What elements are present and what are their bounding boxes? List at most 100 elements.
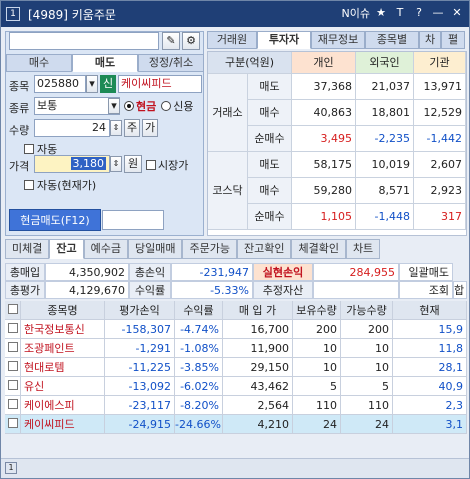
- stock-name-cell[interactable]: 현대로템: [21, 358, 105, 377]
- bottom-tab[interactable]: 예수금: [83, 239, 128, 259]
- price-value: 3,180: [70, 157, 106, 170]
- account-input[interactable]: [9, 32, 159, 50]
- row-checkbox[interactable]: [7, 418, 18, 428]
- row-checkbox-cell[interactable]: [5, 339, 21, 358]
- lookup-button[interactable]: 조회: [399, 281, 453, 299]
- bottom-tab[interactable]: 차트: [345, 239, 381, 259]
- row-checkbox-cell[interactable]: [5, 358, 21, 377]
- tab-expand[interactable]: 펼: [441, 31, 465, 49]
- current-price-cell: 11,8: [393, 339, 467, 358]
- tab-sell[interactable]: 매도: [72, 54, 138, 72]
- hold-qty-cell: 10: [293, 358, 341, 377]
- grid-row-label: 순매수: [248, 126, 292, 152]
- current-price-cell: 15,9: [393, 320, 467, 339]
- grid-value: 37,368: [292, 74, 356, 100]
- bottom-tab[interactable]: 잔고확인: [236, 239, 292, 259]
- current-price-cell: 28,1: [393, 358, 467, 377]
- row-checkbox-cell[interactable]: [5, 377, 21, 396]
- news-issue-button[interactable]: N이슈: [342, 5, 370, 21]
- sell-amount-input[interactable]: [102, 210, 164, 230]
- stock-name-cell[interactable]: 케이에스피: [21, 396, 105, 415]
- grid-value: -1,442: [414, 126, 466, 152]
- row-checkbox-cell[interactable]: [5, 415, 21, 434]
- tab-chart[interactable]: 차: [419, 31, 441, 49]
- tab-broker[interactable]: 거래원: [207, 31, 257, 49]
- grid-row-label: 매수: [248, 100, 292, 126]
- grid-value: 8,571: [356, 178, 414, 204]
- stock-name-cell[interactable]: 조광페인트: [21, 339, 105, 358]
- row-checkbox[interactable]: [7, 361, 18, 371]
- market-price-checkbox[interactable]: [146, 160, 156, 170]
- total-eval-value: 4,129,670: [45, 281, 129, 299]
- stock-name-cell[interactable]: 케이씨피드: [21, 415, 105, 434]
- select-all-checkbox[interactable]: [7, 304, 18, 314]
- row-checkbox-cell[interactable]: [5, 320, 21, 339]
- radio-cash-label: 현금: [136, 100, 157, 113]
- investor-grid: 구분(억원) 개인 외국인 기관 거래소 매도 37,368 21,037 13,971 매수 40…: [207, 51, 467, 236]
- column-header[interactable]: 매 입 가: [223, 301, 293, 320]
- buy-price-cell: 11,900: [223, 339, 293, 358]
- column-header[interactable]: 평가손익: [105, 301, 175, 320]
- cash-sell-button[interactable]: 현금매도(F12): [9, 209, 101, 231]
- qty-input[interactable]: 24: [34, 119, 110, 137]
- credit-badge: 신: [100, 75, 116, 93]
- row-checkbox[interactable]: [7, 399, 18, 409]
- stepper-icon[interactable]: ⇕: [110, 156, 122, 172]
- text-icon[interactable]: T: [392, 5, 408, 21]
- radio-cash[interactable]: [124, 101, 134, 111]
- avail-qty-cell: 200: [341, 320, 393, 339]
- tab-buy[interactable]: 매수: [6, 54, 72, 72]
- current-price-cell: 2,3: [393, 396, 467, 415]
- tab-investor[interactable]: 투자자: [257, 31, 311, 49]
- bottom-tab[interactable]: 주문가능: [182, 239, 237, 259]
- stock-code-input[interactable]: 025880: [34, 75, 86, 93]
- close-icon[interactable]: ✕: [449, 5, 465, 21]
- price-input[interactable]: 3,180: [34, 155, 110, 173]
- chevron-down-icon[interactable]: ▾: [86, 75, 98, 93]
- help-icon[interactable]: ?: [411, 5, 427, 21]
- stock-label: 종목: [9, 80, 30, 93]
- sum-button[interactable]: 합: [453, 281, 467, 299]
- buy-price-cell: 2,564: [223, 396, 293, 415]
- bottom-tab[interactable]: 미체결: [5, 239, 50, 259]
- stock-name-cell[interactable]: 유신: [21, 377, 105, 396]
- row-checkbox[interactable]: [7, 323, 18, 333]
- column-header[interactable]: 종목명: [21, 301, 105, 320]
- grid-header-foreign: 외국인: [356, 52, 414, 74]
- price-unit-button[interactable]: 원: [124, 155, 142, 173]
- select-all-checkbox-cell[interactable]: [5, 301, 21, 320]
- bottom-tab[interactable]: 당일매매: [128, 239, 183, 259]
- tab-financial[interactable]: 재무정보: [311, 31, 365, 49]
- row-checkbox[interactable]: [7, 380, 18, 390]
- grid-value: 18,801: [356, 100, 414, 126]
- row-checkbox-cell[interactable]: [5, 396, 21, 415]
- eval-pl-cell: -158,307: [105, 320, 175, 339]
- auto-qty-checkbox[interactable]: [24, 144, 34, 154]
- auto-current-checkbox[interactable]: [24, 180, 34, 190]
- qty-unit-button[interactable]: 주: [124, 119, 140, 137]
- grid-value: 58,175: [292, 152, 356, 178]
- grid-value: -1,448: [356, 204, 414, 230]
- window-title: [4989] 키움주문: [28, 7, 116, 22]
- minimize-icon[interactable]: —: [430, 5, 446, 21]
- tab-modify[interactable]: 정정/취소: [138, 54, 204, 72]
- chevron-down-icon[interactable]: ▾: [108, 98, 120, 114]
- column-header[interactable]: 가능수량: [341, 301, 393, 320]
- column-header[interactable]: 수익률: [175, 301, 223, 320]
- stepper-icon[interactable]: ⇕: [110, 120, 122, 136]
- column-header[interactable]: 현재: [393, 301, 467, 320]
- gear-icon[interactable]: ⚙: [182, 32, 200, 50]
- radio-credit[interactable]: [161, 101, 172, 111]
- bottom-tab[interactable]: 체결확인: [291, 239, 346, 259]
- stock-name-cell[interactable]: 한국정보통신: [21, 320, 105, 339]
- sell-all-button[interactable]: 일괄매도: [399, 263, 453, 281]
- star-icon[interactable]: ★: [373, 5, 389, 21]
- tab-by-stock[interactable]: 종목별: [365, 31, 419, 49]
- row-checkbox[interactable]: [7, 342, 18, 352]
- balance-section: 미체결 잔고 예수금 당일매매 주문가능 잔고확인 체결확인 차트 총매입 4,350,902 총…: [5, 239, 467, 459]
- edit-icon[interactable]: ✎: [162, 32, 180, 50]
- grid-value: 1,105: [292, 204, 356, 230]
- qty-price-button[interactable]: 가: [142, 119, 158, 137]
- column-header[interactable]: 보유수량: [293, 301, 341, 320]
- bottom-tab[interactable]: 잔고: [49, 239, 84, 259]
